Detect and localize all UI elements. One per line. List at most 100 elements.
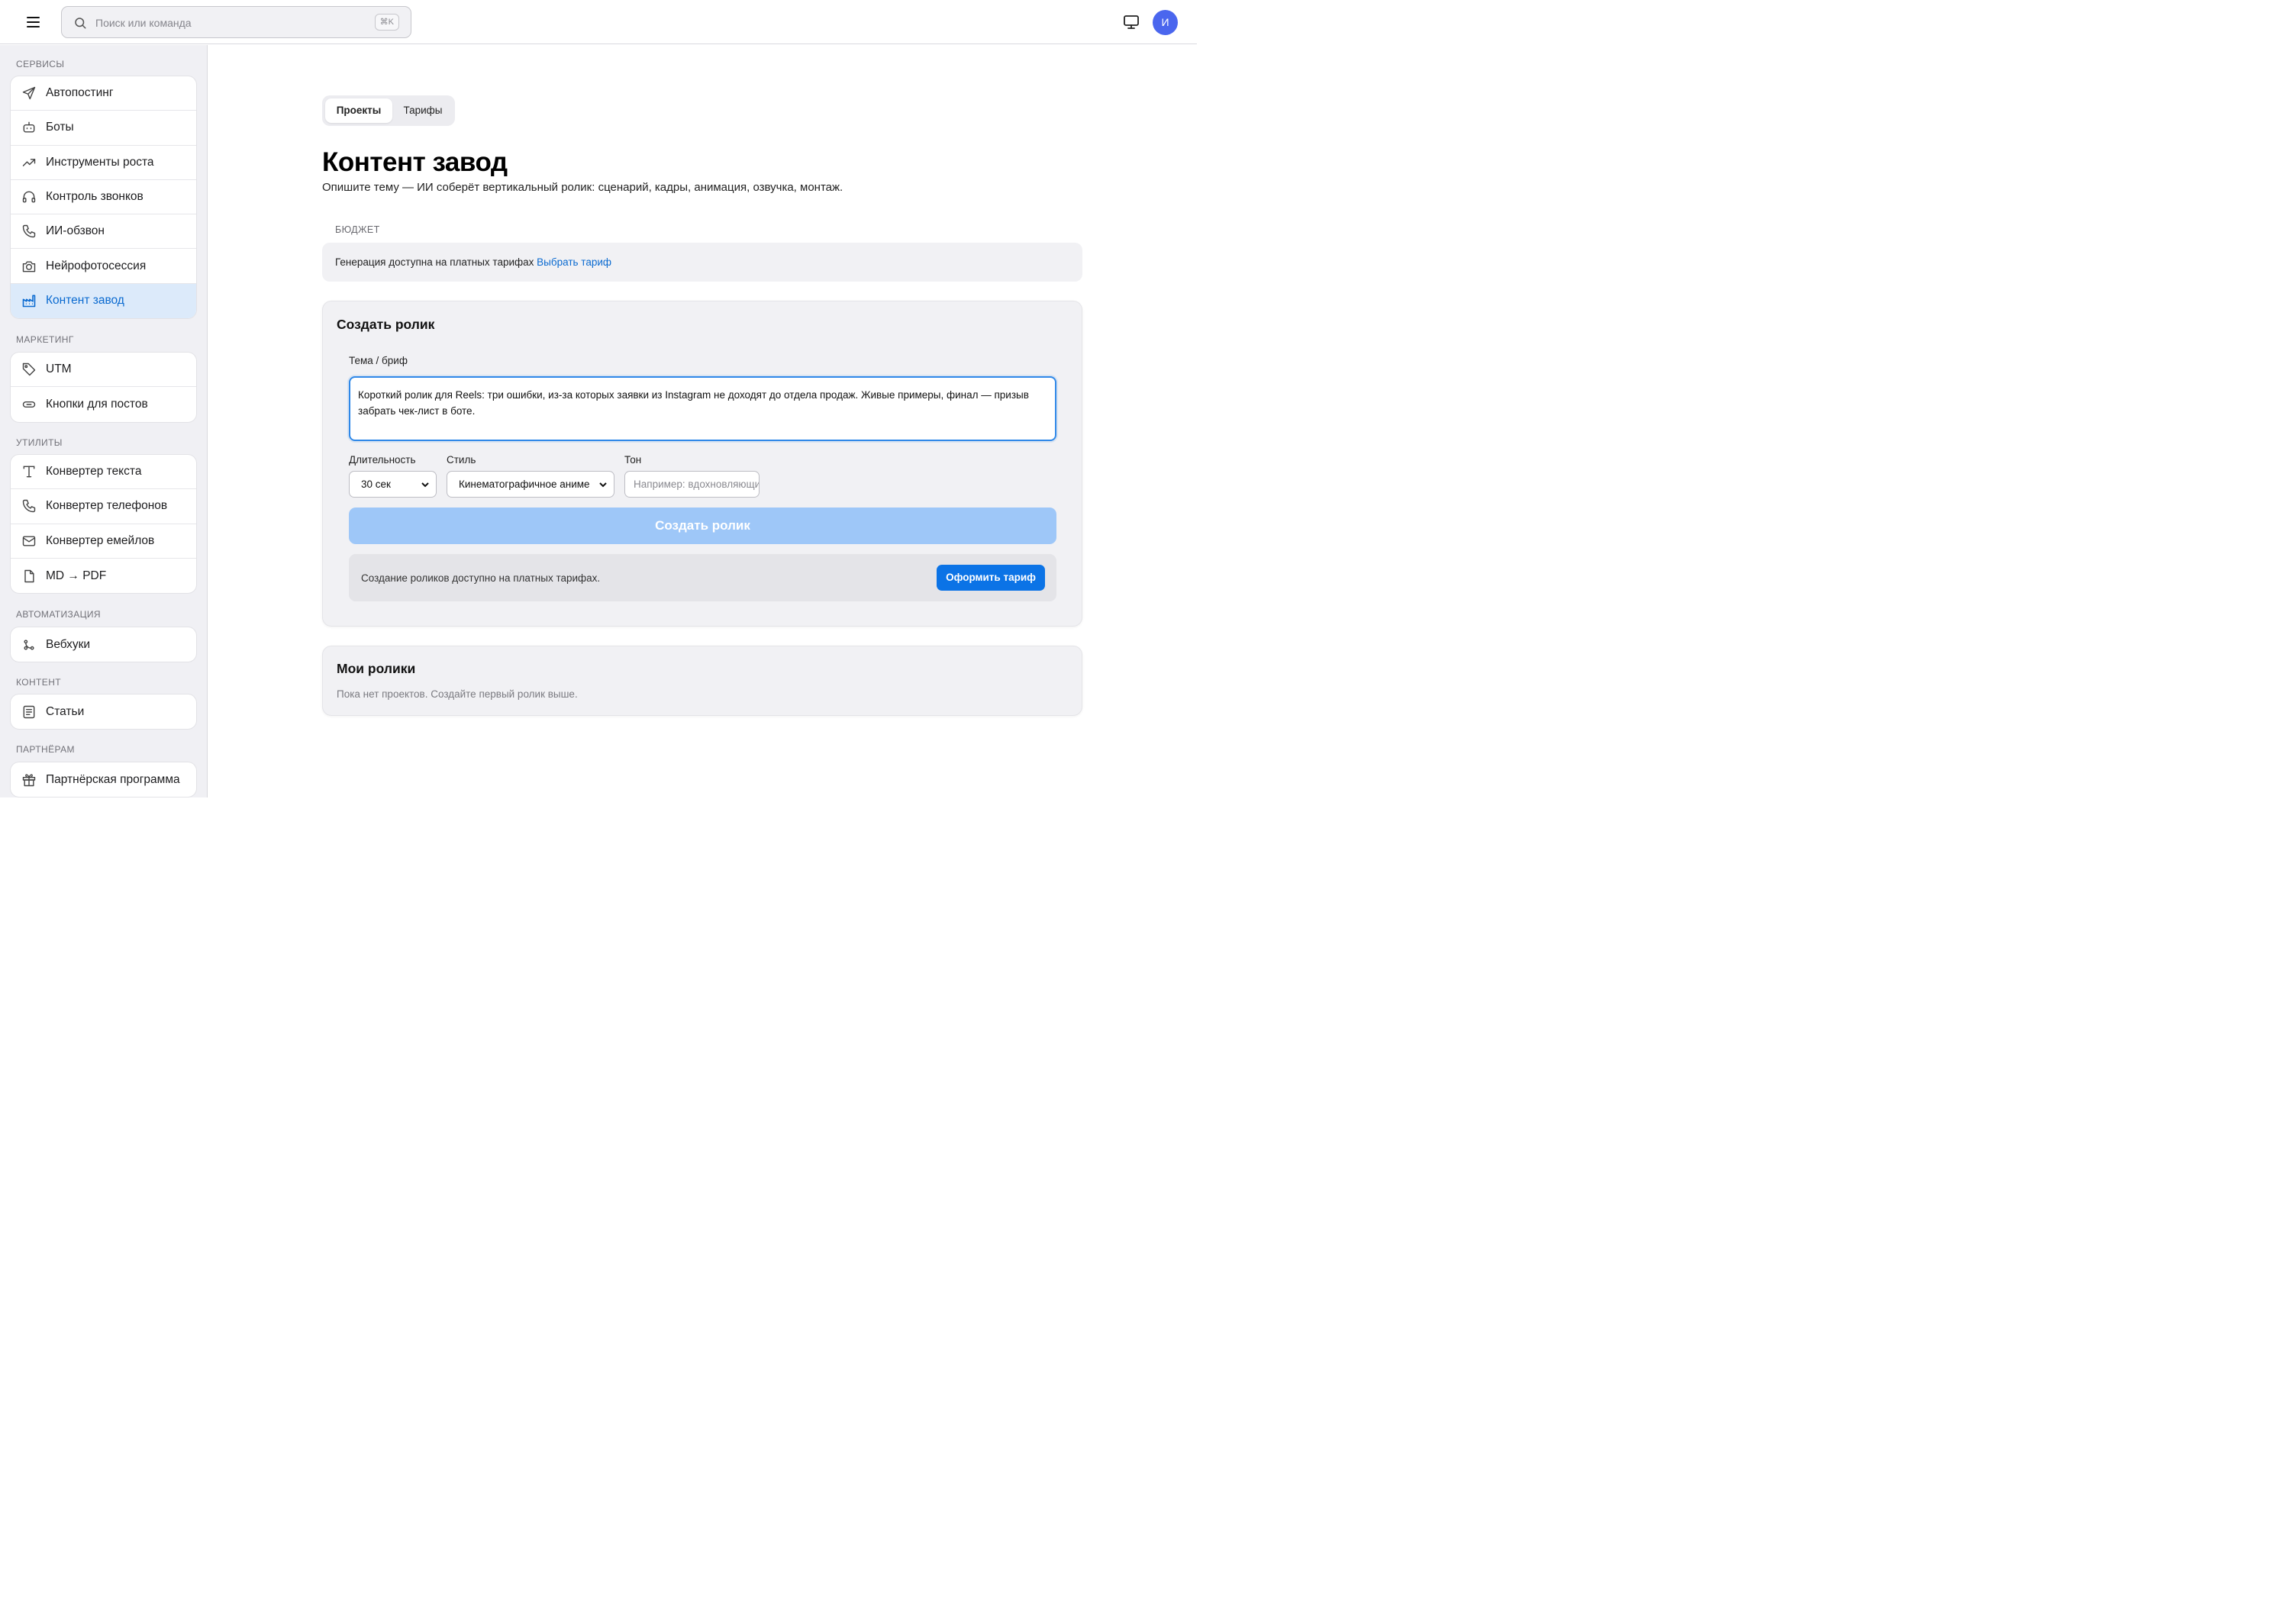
sidebar-item-label: Автопостинг — [46, 86, 114, 100]
duration-value: 30 сек — [361, 478, 391, 490]
sidebar-item-label: UTM — [46, 362, 72, 376]
camera-icon — [22, 261, 36, 272]
sidebar-item-call-control[interactable]: Контроль звонков — [11, 180, 196, 215]
subscribe-button[interactable]: Оформить тариф — [937, 565, 1045, 591]
services-group: Автопостинг Боты Инструменты роста Контр… — [10, 76, 197, 320]
button-icon — [22, 401, 36, 408]
section-title-content: КОНТЕНТ — [16, 677, 61, 688]
top-bar: ⌘K И — [0, 0, 1197, 44]
sidebar-item-autoposting[interactable]: Автопостинг — [11, 76, 196, 111]
headphones-icon — [22, 191, 36, 203]
sidebar-item-label: MD → PDF — [46, 569, 107, 582]
sidebar-item-label: Статьи — [46, 704, 85, 718]
my-videos-card: Мои ролики Пока нет проектов. Создайте п… — [322, 646, 1082, 716]
gift-icon — [22, 774, 36, 786]
sidebar-item-email-converter[interactable]: Конвертер емейлов — [11, 524, 196, 559]
create-video-card: Создать ролик Тема / бриф Короткий ролик… — [322, 301, 1082, 627]
chevron-down-icon — [421, 482, 429, 488]
section-title-automation: АВТОМАТИЗАЦИЯ — [16, 609, 101, 620]
section-title-partners: ПАРТНЁРАМ — [16, 744, 75, 755]
sidebar-item-label: Партнёрская программа — [46, 772, 180, 786]
bot-icon — [23, 122, 35, 133]
monitor-icon[interactable] — [1122, 13, 1140, 31]
content-group: Статьи — [10, 694, 197, 730]
budget-label: БЮДЖЕТ — [335, 224, 380, 235]
budget-text: Генерация доступна на платных тарифах Вы… — [335, 256, 611, 268]
section-title-utilities: УТИЛИТЫ — [16, 437, 63, 448]
shortcut-badge: ⌘K — [374, 14, 399, 31]
paywall-banner: Создание роликов доступно на платных тар… — [349, 554, 1056, 601]
sidebar-item-label: ИИ-обзвон — [46, 224, 105, 238]
factory-icon — [22, 295, 36, 308]
sidebar-item-label: Инструменты роста — [46, 155, 154, 169]
search-input[interactable] — [95, 14, 363, 32]
article-icon — [23, 705, 35, 718]
automation-group: Вебхуки — [10, 627, 197, 663]
budget-message: Генерация доступна на платных тарифах — [335, 256, 534, 268]
tone-label: Тон — [624, 454, 642, 466]
style-label: Стиль — [447, 454, 476, 466]
tab-tariffs[interactable]: Тарифы — [394, 98, 452, 123]
marketing-group: UTM Кнопки для постов — [10, 352, 197, 423]
page-title: Контент завод — [322, 147, 508, 177]
style-value: Кинематографичное аниме — [459, 478, 590, 490]
create-card-title: Создать ролик — [337, 317, 435, 332]
sidebar-item-content-factory[interactable]: Контент завод — [11, 283, 196, 319]
page-subtitle: Опишите тему — ИИ соберёт вертикальный р… — [322, 181, 843, 194]
tag-icon — [22, 362, 36, 376]
partners-group: Партнёрская программа — [10, 762, 197, 798]
tabs: Проекты Тарифы — [322, 95, 455, 126]
sidebar-item-text-converter[interactable]: Конвертер текста — [11, 455, 196, 490]
create-video-button[interactable]: Создать ролик — [349, 508, 1056, 544]
sidebar-item-label: Боты — [46, 121, 74, 134]
utilities-group: Конвертер текста Конвертер телефонов Кон… — [10, 454, 197, 594]
brief-label: Тема / бриф — [349, 355, 408, 366]
budget-box: Генерация доступна на платных тарифах Вы… — [322, 243, 1082, 282]
webhook-icon — [24, 640, 34, 650]
sidebar-item-neuro-photo[interactable]: Нейрофотосессия — [11, 249, 196, 284]
sidebar-item-post-buttons[interactable]: Кнопки для постов — [11, 387, 196, 421]
phone-icon — [22, 500, 36, 513]
sidebar-item-articles[interactable]: Статьи — [11, 694, 196, 729]
sidebar-item-bots[interactable]: Боты — [11, 111, 196, 146]
tone-input[interactable] — [624, 471, 760, 498]
sidebar-item-phone-converter[interactable]: Конвертер телефонов — [11, 489, 196, 524]
sidebar-item-label: Конвертер емейлов — [46, 533, 155, 547]
tab-projects[interactable]: Проекты — [325, 98, 392, 123]
search-bar[interactable]: ⌘K — [61, 6, 411, 38]
avatar[interactable]: И — [1153, 10, 1178, 35]
send-icon — [22, 86, 36, 100]
sidebar-item-label: Кнопки для постов — [46, 397, 148, 411]
empty-state-text: Пока нет проектов. Создайте первый ролик… — [337, 688, 578, 700]
sidebar-item-growth-tools[interactable]: Инструменты роста — [11, 146, 196, 180]
brief-textarea[interactable]: Короткий ролик для Reels: три ошибки, из… — [349, 376, 1056, 441]
text-icon — [23, 466, 35, 478]
phone-icon — [22, 225, 36, 238]
sidebar-item-ai-calling[interactable]: ИИ-обзвон — [11, 214, 196, 250]
trending-up-icon — [22, 158, 36, 166]
section-title-services: СЕРВИСЫ — [16, 59, 65, 69]
sidebar-item-label: Конвертер текста — [46, 465, 142, 478]
file-icon — [24, 569, 34, 582]
paywall-text: Создание роликов доступно на платных тар… — [361, 572, 601, 584]
sidebar-item-md-pdf[interactable]: MD → PDF — [11, 559, 196, 593]
sidebar-item-webhooks[interactable]: Вебхуки — [11, 627, 196, 662]
sidebar-item-partner-program[interactable]: Партнёрская программа — [11, 762, 196, 797]
sidebar-item-label: Вебхуки — [46, 637, 91, 651]
my-videos-title: Мои ролики — [337, 661, 416, 676]
style-select[interactable]: Кинематографичное аниме — [447, 471, 614, 498]
sidebar-item-label: Нейрофотосессия — [46, 259, 147, 272]
sidebar-item-label: Контент завод — [46, 294, 124, 308]
sidebar-item-utm[interactable]: UTM — [11, 353, 196, 388]
section-title-marketing: МАРКЕТИНГ — [16, 334, 74, 345]
mail-icon — [22, 536, 36, 546]
menu-icon[interactable] — [20, 12, 46, 32]
choose-tariff-link[interactable]: Выбрать тариф — [537, 256, 611, 268]
sidebar: СЕРВИСЫ Автопостинг Боты Инструменты рос… — [0, 45, 208, 798]
chevron-down-icon — [599, 482, 607, 488]
duration-select[interactable]: 30 сек — [349, 471, 437, 498]
search-icon — [75, 18, 86, 29]
duration-label: Длительность — [349, 454, 416, 466]
sidebar-item-label: Контроль звонков — [46, 190, 144, 204]
sidebar-item-label: Конвертер телефонов — [46, 499, 168, 513]
